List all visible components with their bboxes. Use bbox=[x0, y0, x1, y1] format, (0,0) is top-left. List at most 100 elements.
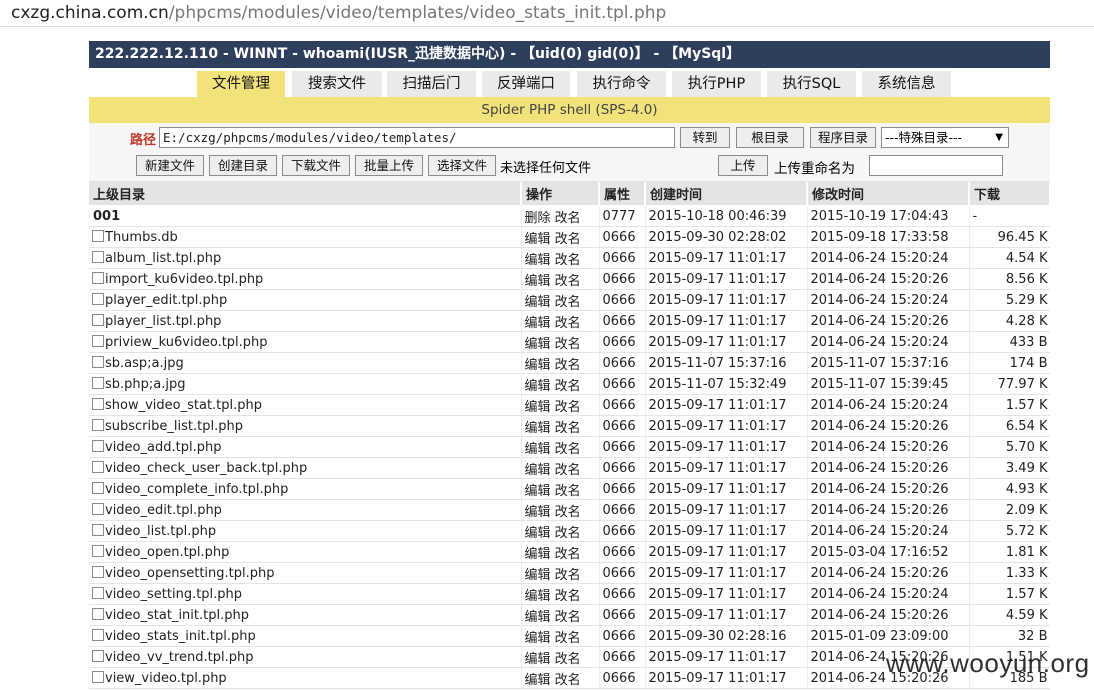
file-attr[interactable]: 0666 bbox=[599, 646, 646, 668]
table-row[interactable]: video_complete_info.tpl.php 编辑 改名 0666 2015… bbox=[89, 478, 1050, 500]
table-row[interactable]: album_list.tpl.php 编辑 改名 0666 2015-09-17 11… bbox=[89, 247, 1050, 269]
table-row[interactable]: player_list.tpl.php 编辑 改名 0666 2015-09-17 1… bbox=[89, 310, 1050, 332]
file-attr[interactable]: 0666 bbox=[599, 562, 646, 584]
delete-link[interactable]: 删除 bbox=[525, 211, 551, 226]
rename-link[interactable]: 改名 bbox=[555, 358, 581, 373]
table-row[interactable]: subscribe_list.tpl.php 编辑 改名 0666 2015-09-1… bbox=[89, 415, 1050, 437]
file-name-link[interactable]: sb.asp;a.jpg bbox=[105, 356, 184, 371]
file-checkbox[interactable] bbox=[92, 229, 104, 242]
root-dir-button[interactable]: 根目录 bbox=[736, 127, 804, 148]
table-row[interactable]: import_ku6video.tpl.php 编辑 改名 0666 2015-09-… bbox=[89, 268, 1050, 290]
rename-link[interactable]: 改名 bbox=[555, 652, 581, 667]
file-name-link[interactable]: Thumbs.db bbox=[105, 230, 178, 245]
edit-link[interactable]: 编辑 bbox=[525, 421, 551, 436]
table-row[interactable]: video_open.tpl.php 编辑 改名 0666 2015-09-17 11… bbox=[89, 541, 1050, 563]
file-checkbox[interactable] bbox=[92, 649, 104, 662]
new-file-button[interactable]: 新建文件 bbox=[136, 155, 204, 176]
file-attr[interactable]: 0666 bbox=[599, 667, 646, 689]
edit-link[interactable]: 编辑 bbox=[525, 232, 551, 247]
file-name-link[interactable]: priview_ku6video.tpl.php bbox=[105, 335, 268, 350]
dir-name[interactable]: 001 bbox=[89, 205, 522, 227]
file-checkbox[interactable] bbox=[92, 670, 104, 683]
special-dir-select[interactable]: ---特殊目录--- ▼ bbox=[881, 127, 1009, 148]
file-size[interactable]: 4.93 K bbox=[969, 478, 1050, 500]
edit-link[interactable]: 编辑 bbox=[525, 484, 551, 499]
file-checkbox[interactable] bbox=[92, 355, 104, 368]
program-dir-button[interactable]: 程序目录 bbox=[810, 127, 876, 148]
rename-link[interactable]: 改名 bbox=[555, 589, 581, 604]
rename-link[interactable]: 改名 bbox=[555, 484, 581, 499]
rename-link[interactable]: 改名 bbox=[555, 316, 581, 331]
tab-exec-sql[interactable]: 执行SQL bbox=[767, 71, 856, 97]
rename-link[interactable]: 改名 bbox=[555, 673, 581, 688]
file-checkbox[interactable] bbox=[92, 418, 104, 431]
file-name-link[interactable]: import_ku6video.tpl.php bbox=[105, 272, 263, 287]
file-checkbox[interactable] bbox=[92, 250, 104, 263]
rename-link[interactable]: 改名 bbox=[555, 631, 581, 646]
file-checkbox[interactable] bbox=[92, 292, 104, 305]
file-attr[interactable]: 0666 bbox=[599, 499, 646, 521]
file-name-link[interactable]: album_list.tpl.php bbox=[105, 251, 221, 266]
file-checkbox[interactable] bbox=[92, 481, 104, 494]
file-size[interactable]: 4.28 K bbox=[969, 310, 1050, 332]
rename-link[interactable]: 改名 bbox=[555, 211, 581, 226]
file-size[interactable]: 2.09 K bbox=[969, 499, 1050, 521]
table-row[interactable]: sb.php;a.jpg 编辑 改名 0666 2015-11-07 15:32:49… bbox=[89, 373, 1050, 395]
rename-link[interactable]: 改名 bbox=[555, 274, 581, 289]
tab-scan-backdoor[interactable]: 扫描后门 bbox=[387, 71, 476, 97]
file-name-link[interactable]: video_stat_init.tpl.php bbox=[105, 608, 249, 623]
file-size[interactable]: 3.49 K bbox=[969, 457, 1050, 479]
file-attr[interactable]: 0666 bbox=[599, 268, 646, 290]
file-size[interactable]: 433 B bbox=[969, 331, 1050, 353]
file-size[interactable]: 1.57 K bbox=[969, 583, 1050, 605]
file-name-link[interactable]: view_video.tpl.php bbox=[105, 671, 227, 686]
rename-link[interactable]: 改名 bbox=[555, 526, 581, 541]
edit-link[interactable]: 编辑 bbox=[525, 358, 551, 373]
address-bar[interactable]: cxzg.china.com.cn/phpcms/modules/video/t… bbox=[0, 0, 1094, 27]
file-checkbox[interactable] bbox=[92, 376, 104, 389]
file-size[interactable]: 6.54 K bbox=[969, 415, 1050, 437]
table-row[interactable]: video_add.tpl.php 编辑 改名 0666 2015-09-17 11:… bbox=[89, 436, 1050, 458]
file-name-link[interactable]: video_edit.tpl.php bbox=[105, 503, 222, 518]
file-size[interactable]: 5.72 K bbox=[969, 520, 1050, 542]
download-file-button[interactable]: 下载文件 bbox=[282, 155, 350, 176]
edit-link[interactable]: 编辑 bbox=[525, 253, 551, 268]
rename-link[interactable]: 改名 bbox=[555, 337, 581, 352]
file-checkbox[interactable] bbox=[92, 544, 104, 557]
url-text[interactable]: cxzg.china.com.cn/phpcms/modules/video/t… bbox=[11, 3, 666, 23]
edit-link[interactable]: 编辑 bbox=[525, 610, 551, 625]
file-name-link[interactable]: video_list.tpl.php bbox=[105, 524, 216, 539]
table-row[interactable]: video_stats_init.tpl.php 编辑 改名 0666 2015-09… bbox=[89, 625, 1050, 647]
edit-link[interactable]: 编辑 bbox=[525, 442, 551, 457]
file-checkbox[interactable] bbox=[92, 439, 104, 452]
tab-exec-php[interactable]: 执行PHP bbox=[672, 71, 761, 97]
file-attr[interactable]: 0666 bbox=[599, 436, 646, 458]
file-attr[interactable]: 0666 bbox=[599, 415, 646, 437]
file-name-link[interactable]: subscribe_list.tpl.php bbox=[105, 419, 243, 434]
table-row[interactable]: video_edit.tpl.php 编辑 改名 0666 2015-09-17 11… bbox=[89, 499, 1050, 521]
file-name-link[interactable]: video_open.tpl.php bbox=[105, 545, 229, 560]
file-size[interactable]: 8.56 K bbox=[969, 268, 1050, 290]
goto-button[interactable]: 转到 bbox=[680, 127, 730, 148]
edit-link[interactable]: 编辑 bbox=[525, 463, 551, 478]
file-attr[interactable]: 0666 bbox=[599, 478, 646, 500]
table-row[interactable]: sb.asp;a.jpg 编辑 改名 0666 2015-11-07 15:37:16… bbox=[89, 352, 1050, 374]
path-input[interactable]: E:/cxzg/phpcms/modules/video/templates/ bbox=[159, 127, 675, 148]
edit-link[interactable]: 编辑 bbox=[525, 337, 551, 352]
file-checkbox[interactable] bbox=[92, 271, 104, 284]
tab-search-files[interactable]: 搜索文件 bbox=[292, 71, 382, 97]
rename-link[interactable]: 改名 bbox=[555, 253, 581, 268]
rename-link[interactable]: 改名 bbox=[555, 379, 581, 394]
edit-link[interactable]: 编辑 bbox=[525, 505, 551, 520]
file-attr[interactable]: 0666 bbox=[599, 541, 646, 563]
file-size[interactable]: 5.70 K bbox=[969, 436, 1050, 458]
file-name-link[interactable]: sb.php;a.jpg bbox=[105, 377, 186, 392]
file-name-link[interactable]: video_add.tpl.php bbox=[105, 440, 221, 455]
file-size[interactable]: 5.29 K bbox=[969, 289, 1050, 311]
rename-link[interactable]: 改名 bbox=[555, 463, 581, 478]
table-row[interactable]: video_list.tpl.php 编辑 改名 0666 2015-09-17 11… bbox=[89, 520, 1050, 542]
file-checkbox[interactable] bbox=[92, 334, 104, 347]
file-attr[interactable]: 0666 bbox=[599, 352, 646, 374]
table-row[interactable]: Thumbs.db 编辑 改名 0666 2015-09-30 02:28:02 201… bbox=[89, 226, 1050, 248]
file-attr[interactable]: 0666 bbox=[599, 331, 646, 353]
